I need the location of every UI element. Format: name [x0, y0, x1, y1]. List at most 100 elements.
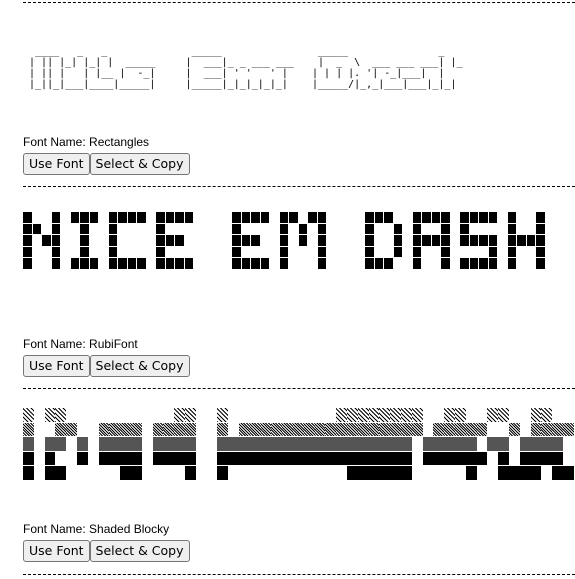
use-font-button[interactable]: Use Font [23, 153, 90, 175]
glyph-block [184, 258, 193, 269]
glyph-block [317, 235, 326, 246]
glyph-block [536, 223, 545, 235]
shade-block [55, 437, 67, 451]
shade-block [552, 451, 563, 466]
glyph-block [32, 223, 41, 235]
shade-block [390, 451, 401, 466]
shade-block [390, 437, 401, 451]
glyph-block [365, 212, 374, 223]
use-font-button[interactable]: Use Font [23, 355, 90, 377]
shade-block [239, 437, 250, 451]
font-preview-rubifont[interactable] [23, 212, 545, 270]
glyph-block [365, 223, 374, 235]
glyph-block [165, 235, 174, 246]
shade-block [336, 451, 347, 466]
shade-block [401, 466, 412, 480]
glyph-block [488, 246, 497, 258]
shade-block [455, 408, 466, 422]
shade-block [487, 437, 499, 451]
glyph-block [42, 235, 51, 246]
shade-block [271, 422, 283, 437]
glyph-block [108, 235, 117, 246]
glyph-block [251, 235, 260, 246]
shade-block [379, 422, 391, 437]
glyph-block [384, 258, 393, 269]
glyph-block [507, 223, 516, 235]
shade-block [476, 451, 488, 466]
shade-block [282, 437, 293, 451]
shade-block [314, 437, 326, 451]
glyph-block [108, 223, 117, 235]
shade-block [163, 422, 175, 437]
shade-block [390, 466, 401, 480]
glyph-block [469, 235, 478, 246]
select-copy-button[interactable]: Select & Copy [89, 540, 190, 562]
glyph-block [80, 212, 89, 223]
glyph-block [460, 212, 469, 223]
shade-block [260, 451, 272, 466]
glyph-block [536, 212, 545, 223]
shade-block [347, 437, 358, 451]
glyph-block [479, 258, 488, 269]
shade-block [260, 437, 272, 451]
shade-block [336, 422, 347, 437]
shade-block [152, 451, 164, 466]
shade-block [109, 422, 121, 437]
shade-block [498, 408, 509, 422]
glyph-block [279, 212, 288, 223]
glyph-block [23, 235, 32, 246]
shade-block [552, 422, 563, 437]
glyph-block [365, 246, 374, 258]
glyph-block [156, 246, 165, 258]
shade-block [357, 437, 369, 451]
glyph-block [23, 212, 32, 223]
use-font-button[interactable]: Use Font [23, 540, 90, 562]
glyph-block [536, 258, 545, 269]
glyph-block [431, 235, 440, 246]
shade-block [465, 466, 477, 480]
shade-block [228, 437, 239, 451]
shade-block [368, 451, 380, 466]
shade-block [217, 451, 229, 466]
glyph-block [422, 212, 431, 223]
separator [23, 388, 575, 389]
shade-block [282, 451, 293, 466]
glyph-block [279, 223, 288, 235]
shade-block [411, 422, 423, 437]
shade-block [293, 451, 304, 466]
font-preview-shaded-blocky[interactable] [23, 406, 575, 490]
glyph-block [108, 246, 117, 258]
shade-block [185, 466, 196, 480]
shade-block [303, 437, 315, 451]
glyph-block [384, 212, 393, 223]
glyph-block [517, 235, 526, 246]
shade-block [109, 437, 121, 451]
shade-block [368, 408, 380, 422]
shade-block [465, 422, 477, 437]
shade-block [217, 408, 229, 422]
glyph-block [108, 212, 117, 223]
select-copy-button[interactable]: Select & Copy [89, 355, 190, 377]
shade-block [563, 422, 574, 437]
glyph-block [479, 212, 488, 223]
glyph-block [127, 258, 136, 269]
shade-block [530, 422, 542, 437]
glyph-block [232, 235, 241, 246]
glyph-block [317, 258, 326, 269]
shade-block [530, 408, 542, 422]
font-preview-rectangles[interactable]: ____ _ _ _____ _____ _ | || |_| |_| | __… [23, 46, 462, 90]
glyph-block [156, 235, 165, 246]
glyph-block [80, 223, 89, 235]
font-name-label: Font Name: RubiFont [23, 337, 138, 351]
shade-block [282, 422, 293, 437]
shade-block [98, 422, 110, 437]
shade-block [249, 422, 261, 437]
shade-block [552, 437, 563, 451]
select-copy-button[interactable]: Select & Copy [89, 153, 190, 175]
shade-block [44, 451, 56, 466]
shade-block [357, 408, 369, 422]
glyph-block [137, 212, 146, 223]
glyph-block [51, 246, 60, 258]
glyph-block [317, 223, 326, 235]
glyph-block [70, 212, 79, 223]
